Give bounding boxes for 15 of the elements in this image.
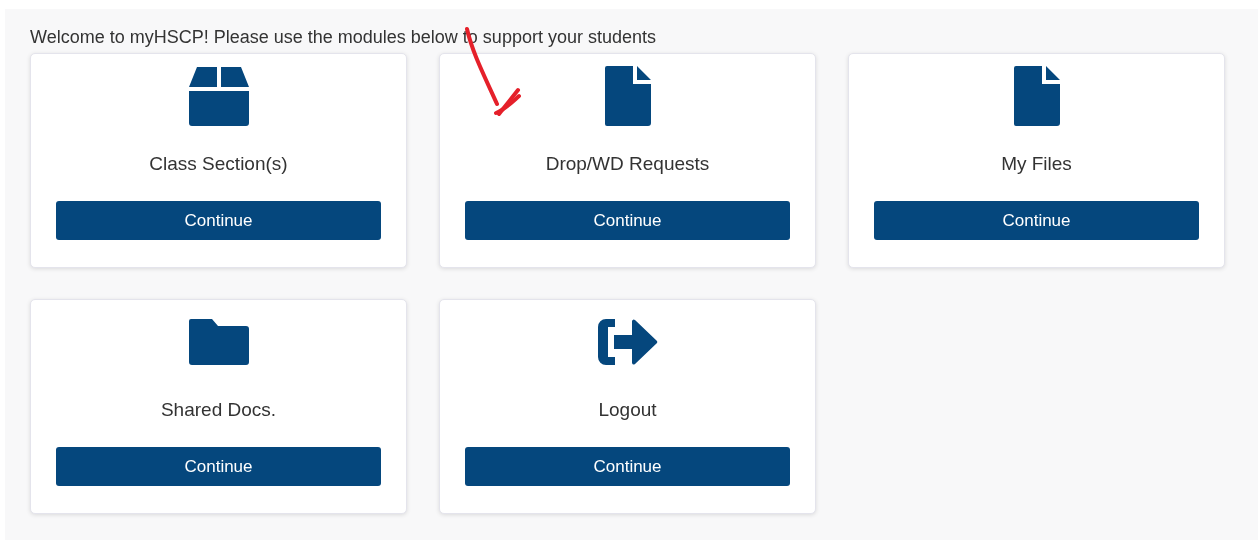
continue-button[interactable]: Continue bbox=[56, 201, 381, 240]
box-icon bbox=[187, 65, 250, 127]
continue-button[interactable]: Continue bbox=[874, 201, 1199, 240]
logout-icon bbox=[596, 318, 659, 366]
file-icon bbox=[1012, 65, 1061, 127]
module-title: Drop/WD Requests bbox=[545, 152, 710, 176]
module-title: Shared Docs. bbox=[160, 398, 277, 422]
folder-icon bbox=[187, 318, 250, 366]
module-title: My Files bbox=[1001, 152, 1072, 176]
continue-button[interactable]: Continue bbox=[465, 447, 790, 486]
module-title: Logout bbox=[598, 398, 657, 422]
module-title: Class Section(s) bbox=[149, 152, 288, 176]
file-icon bbox=[603, 65, 652, 127]
continue-button[interactable]: Continue bbox=[465, 201, 790, 240]
continue-button[interactable]: Continue bbox=[56, 447, 381, 486]
